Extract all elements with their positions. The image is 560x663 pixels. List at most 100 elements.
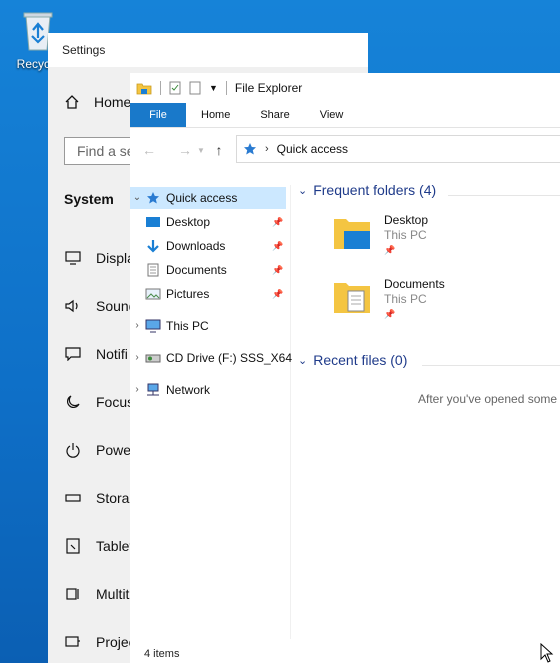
settings-item-label: Focus <box>96 394 135 410</box>
pin-icon: 📌 <box>384 245 396 255</box>
chevron-down-icon[interactable]: ⌄ <box>130 187 144 209</box>
forward-button[interactable]: → <box>174 142 196 158</box>
cd-drive-icon <box>145 354 161 363</box>
nav-label: Pictures <box>166 287 210 301</box>
back-button[interactable]: ← <box>138 142 160 158</box>
network-icon <box>147 383 159 396</box>
pin-icon: 📌 <box>272 241 284 251</box>
customize-qat-icon[interactable]: ▼ <box>209 83 218 93</box>
settings-home-link[interactable]: Home <box>64 94 131 110</box>
tab-home[interactable]: Home <box>186 103 245 127</box>
nav-label: Documents <box>166 263 227 277</box>
nav-label: Network <box>166 383 211 397</box>
documents-icon <box>147 263 159 277</box>
settings-item-focus[interactable]: Focus <box>64 393 134 411</box>
pin-icon: 📌 <box>272 265 284 275</box>
settings-item-projecting[interactable]: Projec <box>64 633 136 651</box>
power-icon <box>66 443 80 458</box>
group-title: Recent files (0) <box>313 352 408 368</box>
nav-item-downloads[interactable]: Downloads <box>144 235 286 257</box>
folder-tile[interactable]: Desktop This PC 📌 <box>332 213 428 258</box>
settings-item-label: Multit <box>96 586 130 602</box>
pin-icon: 📌 <box>272 217 284 227</box>
settings-item-tablet[interactable]: Tablet <box>64 537 133 555</box>
chevron-right-icon[interactable]: › <box>130 347 144 369</box>
nav-item-documents[interactable]: Documents <box>144 259 286 281</box>
tab-share[interactable]: Share <box>245 103 304 127</box>
nav-item-cd-drive[interactable]: › CD Drive (F:) SSS_X64 <box>130 347 292 369</box>
settings-item-label: Tablet <box>96 538 134 554</box>
chevron-down-icon: ⌄ <box>298 184 308 197</box>
folder-tile[interactable]: Documents This PC 📌 <box>332 277 445 322</box>
settings-item-sound[interactable]: Sound <box>64 297 136 315</box>
address-row: ← → ▼ ↑ › Quick access <box>130 128 560 172</box>
documents-folder-icon <box>334 283 370 313</box>
recent-empty-message: After you've opened some <box>418 392 558 406</box>
settings-item-display[interactable]: Displa <box>64 249 135 267</box>
pin-icon: 📌 <box>272 289 284 299</box>
nav-label: CD Drive (F:) SSS_X64 <box>166 351 293 365</box>
recent-locations-button[interactable]: ▼ <box>196 146 206 155</box>
folder-name: Desktop <box>384 213 429 227</box>
settings-item-label: Notifi <box>96 346 128 362</box>
nav-item-pictures[interactable]: Pictures <box>144 283 286 305</box>
group-title: Frequent folders (4) <box>313 182 437 198</box>
file-explorer-window: ▼ File Explorer File Home Share View ← →… <box>130 73 560 663</box>
desktop-folder-icon <box>334 219 370 249</box>
nav-item-network[interactable]: › Network <box>130 379 210 401</box>
folder-location: This PC <box>384 292 427 306</box>
up-button[interactable]: ↑ <box>208 142 230 158</box>
speaker-icon <box>65 299 78 313</box>
computer-icon <box>145 319 161 333</box>
folder-name: Documents <box>384 277 445 291</box>
tab-file[interactable]: File <box>130 103 186 127</box>
folder-location: This PC <box>384 228 427 242</box>
star-icon <box>147 192 159 204</box>
settings-item-notifications[interactable]: Notifi <box>64 345 128 363</box>
project-icon <box>65 636 80 647</box>
nav-label: Desktop <box>166 215 211 229</box>
star-icon <box>244 143 256 155</box>
new-folder-icon[interactable] <box>189 81 201 95</box>
explorer-title: File Explorer <box>234 81 303 95</box>
status-bar: 4 items <box>144 648 180 660</box>
breadcrumb-chevron-icon: › <box>265 143 269 155</box>
tab-view[interactable]: View <box>305 103 359 127</box>
navigation-pane: ⌄ Quick access Desktop 📌 Downloads 📌 Doc… <box>130 185 292 639</box>
divider <box>448 195 560 196</box>
download-icon <box>147 240 159 253</box>
notification-icon <box>65 347 81 361</box>
quick-access-toolbar: ▼ File Explorer <box>130 73 560 103</box>
storage-icon <box>65 494 81 502</box>
nav-item-quick-access[interactable]: ⌄ Quick access <box>130 187 286 209</box>
pictures-icon <box>145 288 161 300</box>
ribbon-tabs: File Home Share View <box>130 103 560 128</box>
nav-label: Quick access <box>166 191 238 205</box>
nav-label: Downloads <box>166 239 226 253</box>
settings-item-multitasking[interactable]: Multit <box>64 585 129 603</box>
explorer-app-icon <box>136 83 152 95</box>
home-icon <box>65 95 79 109</box>
multitasking-icon <box>66 588 79 600</box>
recent-files-header[interactable]: ⌄ Recent files (0) <box>298 352 407 368</box>
chevron-right-icon[interactable]: › <box>130 315 144 337</box>
display-icon <box>65 251 81 265</box>
chevron-down-icon: ⌄ <box>298 354 308 367</box>
settings-title: Settings <box>48 33 368 67</box>
tablet-icon <box>66 538 80 554</box>
nav-item-this-pc[interactable]: › This PC <box>130 315 208 337</box>
breadcrumb: Quick access <box>276 142 349 156</box>
moon-icon <box>67 395 80 408</box>
desktop-folder-icon <box>146 217 160 227</box>
properties-icon[interactable] <box>169 81 181 95</box>
settings-section-title: System <box>64 191 114 207</box>
frequent-folders-header[interactable]: ⌄ Frequent folders (4) <box>298 182 436 198</box>
pin-icon: 📌 <box>384 309 396 319</box>
address-bar[interactable]: › Quick access <box>236 135 560 163</box>
chevron-right-icon[interactable]: › <box>130 379 144 401</box>
home-label: Home <box>94 94 132 110</box>
settings-item-storage[interactable]: Storag <box>64 489 137 507</box>
divider <box>422 365 560 366</box>
settings-item-power[interactable]: Power <box>64 441 136 459</box>
nav-item-desktop[interactable]: Desktop <box>144 211 286 233</box>
